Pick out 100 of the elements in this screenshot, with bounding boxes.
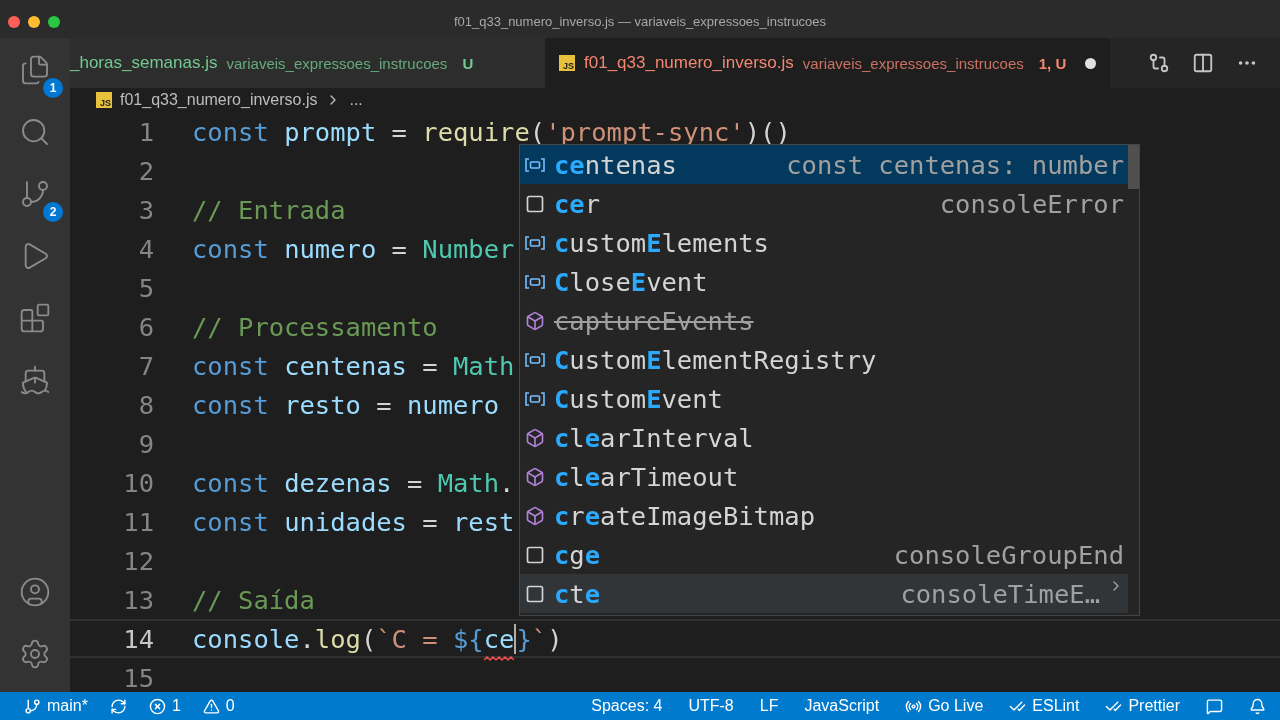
code-token: const	[192, 116, 270, 147]
minimize-button[interactable]	[28, 16, 40, 28]
ship-icon[interactable]	[19, 364, 51, 396]
errors-status[interactable]: 1	[148, 697, 181, 715]
blocks-icon[interactable]	[19, 302, 51, 334]
line-number: 5	[137, 272, 154, 303]
editor-tab[interactable]: JS f01_q33_numero_inverso.js variaveis_expressoes_instrucoes 1, U	[545, 38, 1111, 88]
account-icon[interactable]	[19, 576, 51, 608]
feedback-icon[interactable]	[1206, 697, 1223, 715]
code-token: // Processamento	[192, 311, 438, 342]
js-file-icon: JS	[96, 92, 112, 108]
settings-icon[interactable]	[19, 638, 51, 670]
error-icon	[148, 697, 166, 715]
suggestion-item[interactable]: CustomEvent	[520, 379, 1128, 418]
code-token: =	[405, 467, 424, 498]
line-number: 1	[137, 116, 154, 147]
unsaved-dot[interactable]	[1085, 57, 1097, 69]
tab-description: variaveis_expressoes_instrucoes	[802, 54, 1024, 72]
code-token: .	[299, 623, 315, 654]
status-item[interactable]: Spaces: 4	[591, 697, 663, 715]
suggestion-item[interactable]: createImageBitmap	[520, 496, 1128, 535]
suggestion-item[interactable]: customElements	[520, 223, 1128, 262]
code-token: ce	[483, 623, 515, 654]
code-token: const	[192, 467, 270, 498]
tab-name: f01_q33_numero_inverso.js	[584, 53, 794, 73]
code-token: unidades	[284, 506, 407, 537]
line-number: 12	[122, 545, 154, 576]
code-token: const	[192, 506, 270, 537]
suggestion-item[interactable]: cer consoleError	[520, 184, 1128, 223]
status-item[interactable]: LF	[759, 697, 779, 715]
files-icon[interactable]	[19, 54, 51, 86]
code-token: // Saída	[192, 584, 315, 615]
suggestion-item[interactable]: clearInterval	[520, 418, 1128, 457]
breadcrumb-item[interactable]: ...	[349, 91, 363, 109]
line-number: 3	[137, 194, 154, 225]
code-token: )()	[744, 116, 791, 147]
suggestion-item[interactable]: clearTimeout	[520, 457, 1128, 496]
badge: 1	[43, 78, 63, 98]
close-button[interactable]	[8, 16, 20, 28]
code-token: log	[314, 623, 361, 654]
code-token: Number	[422, 233, 515, 264]
split-editor-icon[interactable]	[1192, 52, 1214, 74]
search-icon[interactable]	[19, 116, 51, 148]
line-number: 9	[137, 428, 154, 459]
checks-status[interactable]: ESLint	[1009, 697, 1080, 715]
tab-description: variaveis_expressoes_instrucoes	[226, 54, 448, 72]
code-token: =	[390, 116, 408, 147]
line-number: 13	[122, 584, 154, 615]
tab-status: U	[462, 54, 474, 72]
zoom-button[interactable]	[48, 16, 60, 28]
code-token: rest	[453, 506, 515, 537]
code-token: .	[499, 467, 515, 498]
branch-icon	[24, 697, 41, 715]
code-token: require	[422, 116, 530, 147]
branch-status[interactable]: main*	[24, 697, 88, 715]
branch-icon[interactable]	[19, 178, 51, 210]
window-title: f01_q33_numero_inverso.js — variaveis_expressoes_instrucoes	[453, 12, 827, 29]
scrollbar-thumb[interactable]	[1128, 145, 1139, 189]
code-token: Math	[453, 350, 515, 381]
breadcrumb-item[interactable]: f01_q33_numero_inverso.js	[120, 91, 318, 109]
code-token: const	[192, 350, 270, 381]
code-token: // Entrada	[192, 194, 346, 225]
code-token: 'prompt-sync'	[545, 116, 745, 147]
code-token: (	[529, 116, 546, 147]
suggestion-item[interactable]: cte consoleTimeE…	[520, 574, 1128, 613]
live-status[interactable]: Go Live	[905, 697, 984, 715]
code-token: resto	[284, 389, 361, 420]
code-token: }	[516, 623, 532, 654]
suggestion-item[interactable]: captureEvents	[520, 301, 1128, 340]
checks-status[interactable]: Prettier	[1105, 697, 1180, 715]
suggestion-item[interactable]: centenas const centenas: number	[520, 145, 1128, 184]
suggestion-item[interactable]: cge consoleGroupEnd	[520, 535, 1128, 574]
code-token: prompt	[284, 116, 377, 147]
suggestion-item[interactable]: CloseEvent	[520, 262, 1128, 301]
line-number: 4	[137, 233, 154, 264]
sync-icon[interactable]	[109, 697, 127, 715]
line-number: 15	[122, 662, 154, 692]
code-token: const	[192, 389, 270, 420]
warnings-status[interactable]: 0	[202, 697, 235, 715]
line-number: 14	[122, 623, 154, 654]
bell-icon[interactable]	[1249, 697, 1266, 715]
code-token: ${	[453, 623, 484, 654]
line-number: 8	[137, 389, 154, 420]
code-token: dezenas	[284, 467, 392, 498]
editor-tab[interactable]: _horas_semanas.js variaveis_expressoes_instrucoes U	[70, 38, 545, 88]
code-token: )	[547, 623, 563, 654]
code-token: =	[390, 233, 408, 264]
code-token: centenas	[284, 350, 407, 381]
line-number: 7	[137, 350, 154, 381]
code-token: Math	[437, 467, 500, 498]
code-token: =	[375, 389, 393, 420]
tab-status: 1, U	[1038, 54, 1067, 72]
warning-icon	[202, 697, 220, 715]
badge: 2	[43, 202, 63, 222]
status-item[interactable]: JavaScript	[804, 697, 880, 715]
line-number: 6	[137, 311, 154, 342]
status-item[interactable]: UTF-8	[688, 697, 734, 715]
compare-icon[interactable]	[1148, 52, 1170, 74]
suggestion-item[interactable]: CustomElementRegistry	[520, 340, 1128, 379]
code-token: numero	[284, 233, 377, 264]
